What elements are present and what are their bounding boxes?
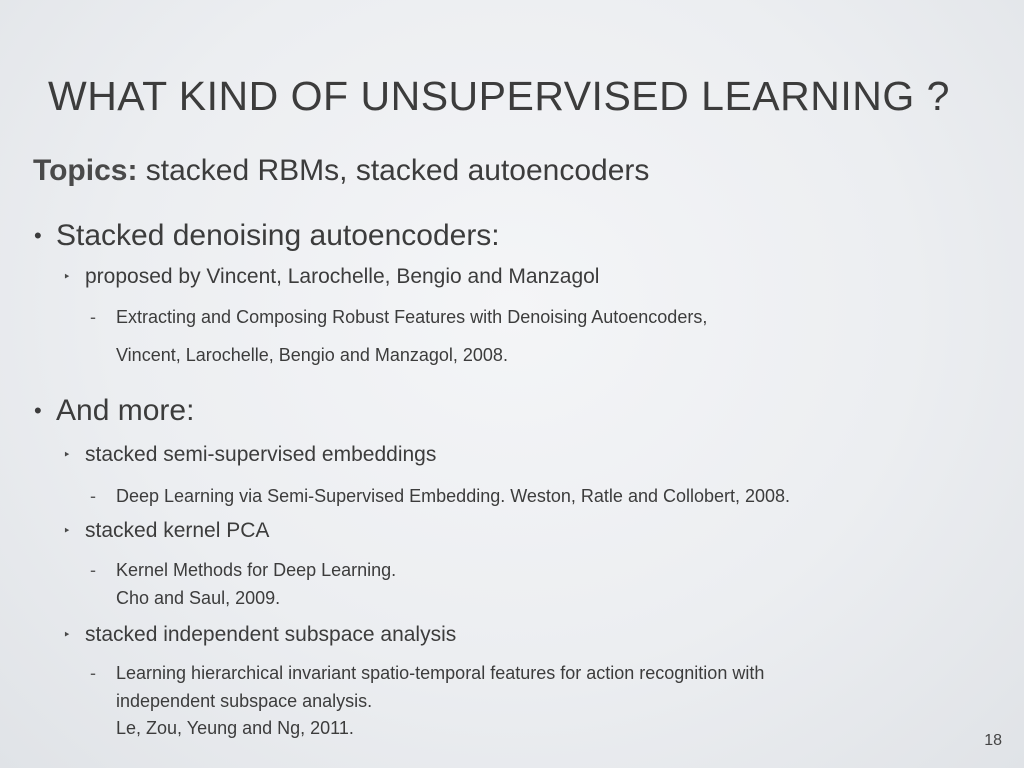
triangle-bullet-icon: ‣ bbox=[63, 627, 71, 642]
list-item-kernel-pca: ‣ stacked kernel PCA bbox=[63, 517, 270, 545]
list-item-text: proposed by Vincent, Larochelle, Bengio … bbox=[85, 265, 600, 288]
reference-line: - Kernel Methods for Deep Learning. bbox=[90, 558, 397, 582]
reference-line: Vincent, Larochelle, Bengio and Manzagol… bbox=[116, 343, 508, 367]
list-item-proposed-by: ‣ proposed by Vincent, Larochelle, Bengi… bbox=[63, 263, 600, 291]
section-heading-text: And more: bbox=[56, 394, 195, 427]
reference-text: Deep Learning via Semi-Supervised Embedd… bbox=[116, 486, 791, 506]
reference-text: Le, Zou, Yeung and Ng, 2011. bbox=[116, 718, 354, 738]
list-item-semi-supervised: ‣ stacked semi-supervised embeddings bbox=[63, 441, 437, 469]
section-heading-text: Stacked denoising autoencoders: bbox=[56, 219, 500, 252]
reference-line: independent subspace analysis. bbox=[116, 689, 372, 713]
triangle-bullet-icon: ‣ bbox=[63, 523, 71, 538]
list-item-text: stacked independent subspace analysis bbox=[85, 623, 457, 646]
topics-label: Topics: bbox=[33, 154, 138, 187]
section-heading-stacked-denoising: • Stacked denoising autoencoders: bbox=[34, 217, 500, 255]
reference-text: Extracting and Composing Robust Features… bbox=[116, 307, 708, 327]
dash-icon: - bbox=[90, 663, 96, 683]
section-heading-and-more: • And more: bbox=[34, 392, 195, 430]
reference-text: Learning hierarchical invariant spatio-t… bbox=[116, 663, 765, 683]
reference-line: - Learning hierarchical invariant spatio… bbox=[90, 661, 765, 685]
reference-text: Cho and Saul, 2009. bbox=[116, 588, 281, 608]
reference-text: independent subspace analysis. bbox=[116, 691, 373, 711]
page-number: 18 bbox=[984, 732, 1002, 749]
reference-line: Le, Zou, Yeung and Ng, 2011. bbox=[116, 716, 354, 740]
dash-icon: - bbox=[90, 560, 96, 580]
reference-line: - Extracting and Composing Robust Featur… bbox=[90, 305, 708, 329]
topics-line: Topics: stacked RBMs, stacked autoencode… bbox=[33, 151, 649, 191]
dash-icon: - bbox=[90, 307, 96, 327]
list-item-subspace-analysis: ‣ stacked independent subspace analysis bbox=[63, 621, 457, 649]
reference-text: Vincent, Larochelle, Bengio and Manzagol… bbox=[116, 345, 508, 365]
bullet-icon: • bbox=[34, 398, 42, 423]
reference-line: - Deep Learning via Semi-Supervised Embe… bbox=[90, 484, 791, 508]
topics-text: stacked RBMs, stacked autoencoders bbox=[137, 154, 650, 187]
dash-icon: - bbox=[90, 486, 96, 506]
bullet-icon: • bbox=[34, 223, 42, 248]
list-item-text: stacked semi-supervised embeddings bbox=[85, 443, 437, 466]
list-item-text: stacked kernel PCA bbox=[85, 519, 270, 542]
slide: WHAT KIND OF UNSUPERVISED LEARNING ? Top… bbox=[0, 0, 1024, 768]
reference-line: Cho and Saul, 2009. bbox=[116, 586, 280, 610]
triangle-bullet-icon: ‣ bbox=[63, 447, 71, 462]
triangle-bullet-icon: ‣ bbox=[63, 269, 71, 284]
slide-title: WHAT KIND OF UNSUPERVISED LEARNING ? bbox=[48, 73, 950, 119]
reference-text: Kernel Methods for Deep Learning. bbox=[116, 560, 397, 580]
